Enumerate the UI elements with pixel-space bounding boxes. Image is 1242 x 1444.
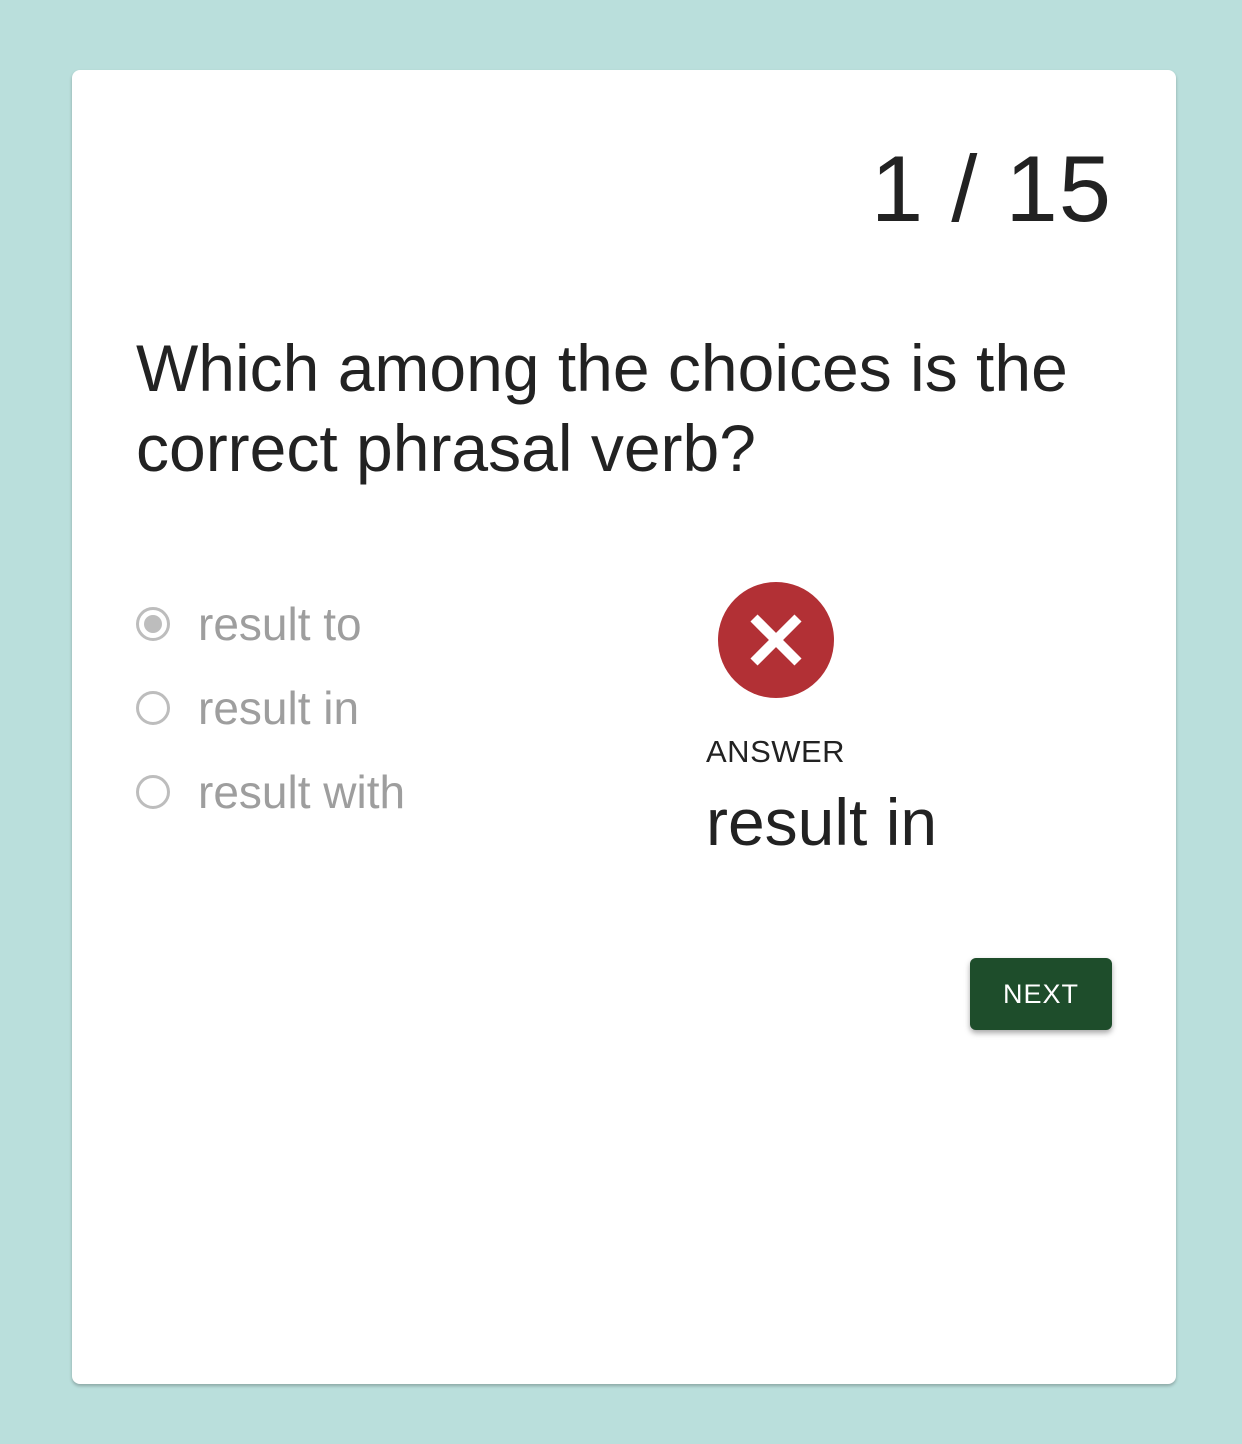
next-button[interactable]: NEXT	[970, 958, 1112, 1030]
choice-label: result to	[198, 598, 362, 650]
choice-option[interactable]: result to	[136, 582, 405, 666]
question-text: Which among the choices is the correct p…	[136, 331, 1068, 485]
choice-label: result in	[198, 682, 360, 734]
radio-button[interactable]	[136, 775, 170, 809]
choice-label: result with	[198, 766, 406, 818]
radio-button[interactable]	[136, 691, 170, 725]
correct-answer: result in	[706, 785, 938, 859]
answer-choices: result to result in result with	[136, 582, 405, 834]
question-counter: 1 / 15	[870, 136, 1112, 241]
incorrect-x-circle-icon	[718, 582, 834, 698]
choice-option[interactable]: result in	[136, 666, 405, 750]
answer-caption: ANSWER	[706, 734, 846, 769]
quiz-card: 1 / 15 Which among the choices is the co…	[72, 70, 1176, 1384]
choice-option[interactable]: result with	[136, 750, 405, 834]
radio-button-selected[interactable]	[136, 607, 170, 641]
